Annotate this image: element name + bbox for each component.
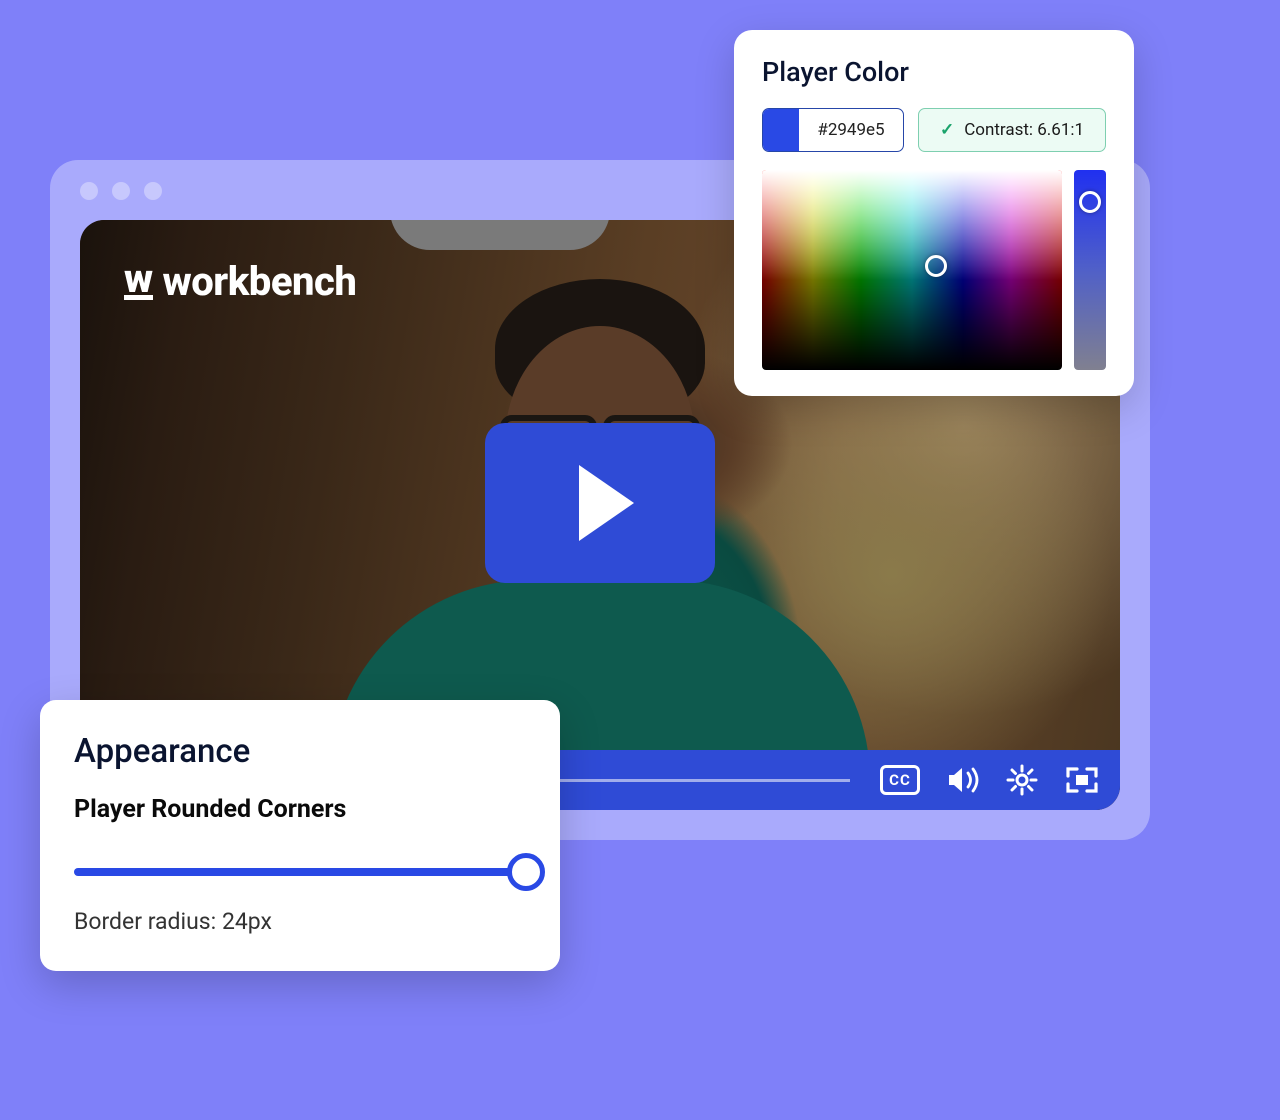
- color-swatch: [763, 109, 799, 151]
- settings-icon[interactable]: [1006, 764, 1038, 796]
- slider-track: [74, 868, 526, 876]
- play-icon: [579, 465, 634, 541]
- fullscreen-icon[interactable]: [1064, 765, 1100, 795]
- window-dot: [112, 182, 130, 200]
- captions-button[interactable]: CC: [880, 765, 920, 795]
- video-watermark: w workbench: [124, 258, 356, 305]
- hue-cursor[interactable]: [1079, 191, 1101, 213]
- hue-slider[interactable]: [1074, 170, 1106, 370]
- workbench-logo-icon: w: [124, 263, 153, 300]
- contrast-text: Contrast: 6.61:1: [964, 120, 1084, 140]
- slider-thumb[interactable]: [507, 853, 545, 891]
- watermark-text: workbench: [163, 258, 357, 305]
- check-icon: ✓: [940, 120, 954, 140]
- saturation-cursor[interactable]: [925, 255, 947, 277]
- rounded-corners-heading: Player Rounded Corners: [74, 795, 526, 824]
- border-radius-readout: Border radius: 24px: [74, 908, 526, 935]
- volume-icon[interactable]: [946, 765, 980, 795]
- panel-title: Player Color: [762, 56, 1106, 88]
- play-button[interactable]: [485, 423, 715, 583]
- hex-value: #2949e5: [799, 109, 903, 151]
- contrast-badge: ✓ Contrast: 6.61:1: [918, 108, 1106, 152]
- hex-color-input[interactable]: #2949e5: [762, 108, 904, 152]
- player-color-panel: Player Color #2949e5 ✓ Contrast: 6.61:1: [734, 30, 1134, 396]
- saturation-picker[interactable]: [762, 170, 1062, 370]
- window-dot: [80, 182, 98, 200]
- window-dot: [144, 182, 162, 200]
- border-radius-slider[interactable]: [74, 852, 526, 892]
- appearance-panel: Appearance Player Rounded Corners Border…: [40, 700, 560, 971]
- panel-title: Appearance: [74, 732, 526, 771]
